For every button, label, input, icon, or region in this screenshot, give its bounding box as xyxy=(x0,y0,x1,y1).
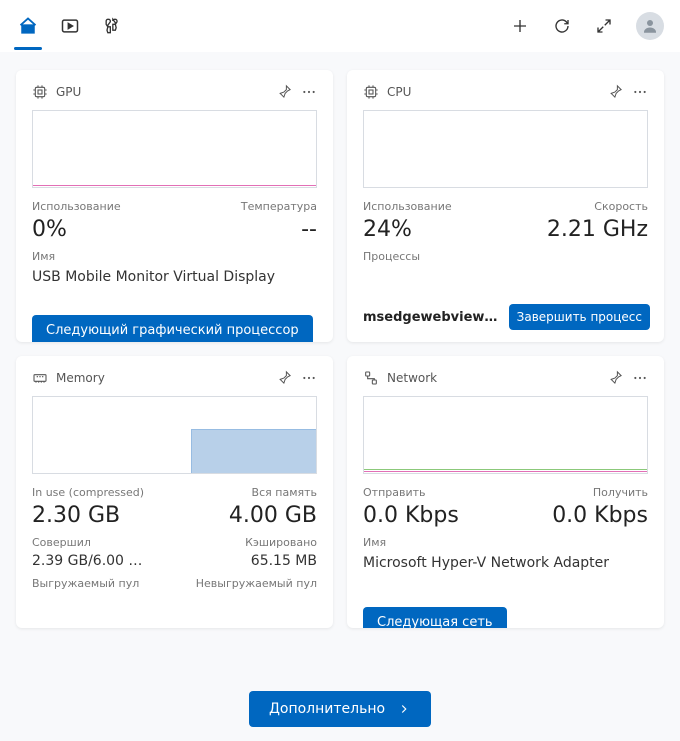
pin-icon[interactable] xyxy=(608,370,624,386)
card-gpu: GPU Использование Температура 0% -- Имя … xyxy=(16,70,333,342)
tab-games[interactable] xyxy=(100,8,124,44)
memory-inuse-label: In use (compressed) xyxy=(32,486,144,499)
card-memory: Memory In use (compressed) Вся память 2.… xyxy=(16,356,333,628)
network-name-value: Microsoft Hyper-V Network Adapter xyxy=(363,555,648,571)
network-recv-value: 0.0 Kbps xyxy=(552,503,648,528)
expand-button[interactable] xyxy=(594,16,614,36)
card-title: CPU xyxy=(387,85,411,99)
cpu-chart xyxy=(363,110,648,188)
gpu-name-label: Имя xyxy=(32,250,317,263)
cpu-process-name: msedgewebview2… xyxy=(363,310,499,325)
network-recv-label: Получить xyxy=(593,486,648,499)
cpu-speed-value: 2.21 GHz xyxy=(547,217,648,242)
gpu-icon xyxy=(32,84,48,100)
pin-icon[interactable] xyxy=(277,370,293,386)
memory-nonpaged-label: Невыгружаемый пул xyxy=(196,577,317,590)
top-bar xyxy=(0,0,680,52)
memory-paged-label: Выгружаемый пул xyxy=(32,577,139,590)
tab-video[interactable] xyxy=(58,8,82,44)
cpu-speed-label: Скорость xyxy=(594,200,648,213)
pin-icon[interactable] xyxy=(608,84,624,100)
cpu-end-task-button[interactable]: Завершить процесс xyxy=(509,304,650,330)
more-icon[interactable] xyxy=(632,84,648,100)
footer: Дополнительно xyxy=(0,691,680,727)
memory-committed-label: Совершил xyxy=(32,536,91,549)
memory-inuse-value: 2.30 GB xyxy=(32,503,120,528)
top-actions xyxy=(510,12,664,40)
memory-icon xyxy=(32,370,48,386)
memory-total-label: Вся память xyxy=(252,486,317,499)
memory-committed-value: 2.39 GB/6.00 … xyxy=(32,553,142,569)
gpu-usage-label: Использование xyxy=(32,200,121,213)
network-next-button[interactable]: Следующая сеть xyxy=(363,607,507,628)
cpu-icon xyxy=(363,84,379,100)
gpu-name-value: USB Mobile Monitor Virtual Display xyxy=(32,269,317,285)
card-title: Network xyxy=(387,371,437,385)
gpu-temp-label: Температура xyxy=(241,200,317,213)
tab-home[interactable] xyxy=(16,8,40,44)
gpu-temp-value: -- xyxy=(301,217,317,242)
memory-cached-label: Кэшировано xyxy=(245,536,317,549)
card-title: GPU xyxy=(56,85,81,99)
user-avatar[interactable] xyxy=(636,12,664,40)
more-icon[interactable] xyxy=(301,84,317,100)
card-cpu: CPU Использование Скорость 24% 2.21 GHz … xyxy=(347,70,664,342)
gpu-next-button[interactable]: Следующий графический процессор xyxy=(32,315,313,342)
cpu-usage-value: 24% xyxy=(363,217,412,242)
dashboard-grid: GPU Использование Температура 0% -- Имя … xyxy=(0,52,680,628)
memory-cached-value: 65.15 MB xyxy=(251,553,317,569)
memory-chart xyxy=(32,396,317,474)
card-title: Memory xyxy=(56,371,105,385)
more-button[interactable]: Дополнительно xyxy=(249,691,431,727)
network-send-value: 0.0 Kbps xyxy=(363,503,459,528)
network-send-label: Отправить xyxy=(363,486,426,499)
card-network: Network Отправить Получить 0.0 Kbps 0.0 … xyxy=(347,356,664,628)
add-button[interactable] xyxy=(510,16,530,36)
cpu-usage-label: Использование xyxy=(363,200,452,213)
network-icon xyxy=(363,370,379,386)
more-button-label: Дополнительно xyxy=(269,701,385,717)
network-chart xyxy=(363,396,648,474)
more-icon[interactable] xyxy=(301,370,317,386)
cpu-processes-label: Процессы xyxy=(363,250,648,263)
refresh-button[interactable] xyxy=(552,16,572,36)
more-icon[interactable] xyxy=(632,370,648,386)
top-tabs xyxy=(16,8,124,44)
gpu-chart xyxy=(32,110,317,188)
memory-total-value: 4.00 GB xyxy=(229,503,317,528)
gpu-usage-value: 0% xyxy=(32,217,67,242)
network-name-label: Имя xyxy=(363,536,648,549)
pin-icon[interactable] xyxy=(277,84,293,100)
